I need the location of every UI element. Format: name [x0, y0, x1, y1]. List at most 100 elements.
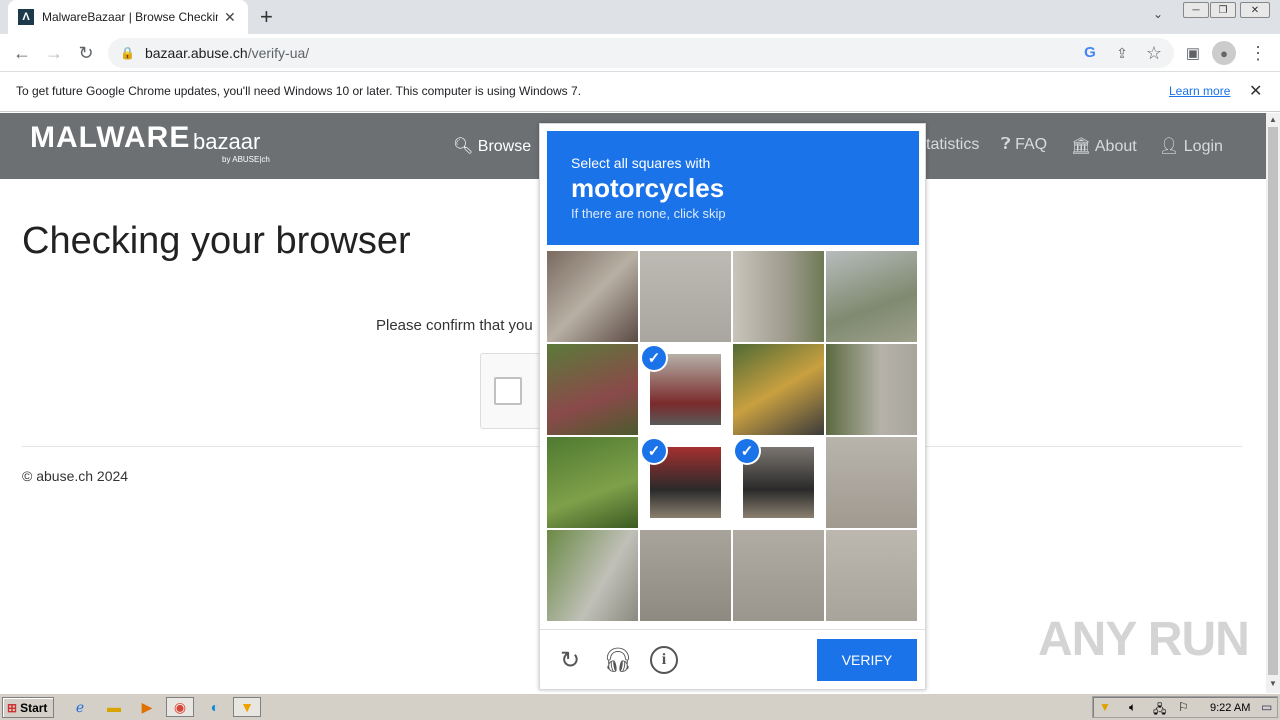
headphones-icon[interactable]: 🎧︎ — [602, 644, 634, 676]
checkmark-icon: ✓ — [735, 439, 759, 463]
google-lens-icon[interactable]: G — [1077, 39, 1103, 65]
address-bar[interactable]: 🔒 bazaar.abuse.ch/verify-ua/ — [108, 38, 1174, 68]
user-icon: 👤︎ — [1159, 138, 1180, 155]
verify-button[interactable]: VERIFY — [817, 639, 917, 681]
tab-search-chevron-icon[interactable]: ⌄ — [1153, 7, 1163, 21]
url-host: bazaar.abuse.ch — [144, 45, 248, 61]
captcha-tile[interactable]: ✓ — [640, 344, 731, 435]
scrollbar-thumb[interactable] — [1268, 127, 1278, 675]
windows-taskbar: ⊞ Start ℯ ▬ ▶ ◉ ◐ ▼ ▼ 🔈︎ 🖧 ⚐ 9:22 AM ▭ — [0, 693, 1280, 720]
captcha-tile[interactable] — [640, 251, 731, 342]
captcha-image-grid: ✓ ✓ ✓ — [547, 251, 919, 623]
infobar-close-icon[interactable]: ✕ — [1249, 81, 1262, 101]
nav-statistics-label: tatistics — [926, 136, 980, 153]
nav-login-label: Login — [1183, 138, 1223, 155]
captcha-prompt: Select all squares with motorcycles If t… — [547, 131, 919, 245]
volume-icon[interactable]: 🔈︎ — [1129, 700, 1136, 715]
profile-avatar-icon[interactable]: ● — [1212, 41, 1236, 65]
reload-icon[interactable]: ↻ — [73, 40, 99, 66]
captcha-tile[interactable] — [547, 530, 638, 621]
show-desktop-icon[interactable]: ▭ — [1261, 700, 1272, 714]
tab-strip: Λ MalwareBazaar | Browse Checking y ✕ + … — [0, 0, 1280, 34]
minimize-button[interactable]: ─ — [1183, 2, 1209, 18]
captcha-tile[interactable] — [826, 437, 917, 528]
restore-button[interactable]: ❐ — [1210, 2, 1236, 18]
bookmark-star-icon[interactable]: ☆ — [1141, 40, 1167, 66]
edge-icon[interactable]: ◐ — [204, 697, 226, 717]
nav-browse[interactable]: 🔍︎ Browse — [453, 136, 531, 156]
captcha-tile[interactable] — [547, 344, 638, 435]
nav-statistics[interactable]: tatistics — [926, 136, 979, 154]
search-icon: 🔍︎ — [453, 138, 474, 155]
refresh-icon[interactable]: ↻ — [554, 644, 586, 676]
close-tab-icon[interactable]: ✕ — [224, 9, 236, 26]
scroll-down-arrow-icon[interactable]: ▼ — [1269, 679, 1277, 688]
tray-anyrun-icon[interactable]: ▼ — [1099, 700, 1111, 714]
logo-bazaar[interactable]: bazaar — [193, 129, 260, 155]
captcha-tile[interactable] — [547, 251, 638, 342]
network-icon[interactable]: 🖧 — [1153, 700, 1166, 720]
captcha-tile[interactable] — [733, 251, 824, 342]
update-infobar: To get future Google Chrome updates, you… — [0, 72, 1280, 112]
captcha-challenge: Select all squares with motorcycles If t… — [539, 123, 926, 690]
url-path: /verify-ua/ — [247, 45, 310, 61]
chrome-taskbar-icon[interactable]: ◉ — [166, 697, 194, 717]
page-title: Checking your browser — [22, 220, 411, 262]
site-favicon-icon: Λ — [18, 9, 34, 25]
checkmark-icon: ✓ — [642, 439, 666, 463]
captcha-target: motorcycles — [571, 173, 725, 203]
captcha-footer: ↻ 🎧︎ i VERIFY — [540, 629, 925, 689]
start-label: Start — [20, 700, 48, 715]
captcha-skip-hint: If there are none, click skip — [571, 206, 726, 221]
building-icon: 🏛︎ — [1071, 138, 1092, 155]
checkmark-icon: ✓ — [642, 346, 666, 370]
ie-icon[interactable]: ℯ — [69, 697, 91, 717]
hcaptcha-checkbox[interactable] — [494, 377, 522, 405]
learn-more-link[interactable]: Learn more — [1169, 84, 1230, 98]
media-player-icon[interactable]: ▶ — [136, 697, 158, 717]
nav-faq-label: FAQ — [1015, 136, 1048, 153]
close-window-button[interactable]: ✕ — [1240, 2, 1270, 18]
new-tab-button[interactable]: + — [260, 4, 273, 30]
nav-about[interactable]: 🏛︎ About — [1071, 136, 1137, 156]
captcha-tile[interactable]: ✓ — [640, 437, 731, 528]
nav-browse-label: Browse — [477, 138, 532, 155]
back-arrow-icon[interactable]: ← — [9, 40, 35, 66]
nav-about-label: About — [1094, 138, 1137, 155]
lock-icon[interactable]: 🔒 — [120, 46, 135, 60]
browser-toolbar: ← → ↻ 🔒 bazaar.abuse.ch/verify-ua/ G ⇪ ☆… — [0, 34, 1280, 72]
anyrun-taskbar-icon[interactable]: ▼ — [233, 697, 261, 717]
action-center-flag-icon[interactable]: ⚐ — [1178, 700, 1189, 714]
start-button[interactable]: ⊞ Start — [2, 697, 54, 718]
info-icon[interactable]: i — [650, 646, 678, 674]
share-icon[interactable]: ⇪ — [1109, 40, 1135, 66]
page-scrollbar[interactable]: ▲ ▼ — [1266, 113, 1280, 693]
captcha-tile[interactable] — [826, 530, 917, 621]
captcha-tile[interactable] — [733, 530, 824, 621]
logo-malware[interactable]: MALWARE — [30, 121, 190, 155]
forward-arrow-icon[interactable]: → — [41, 40, 67, 66]
windows-logo-icon: ⊞ — [7, 700, 18, 715]
confirm-human-text: Please confirm that you — [376, 317, 533, 334]
nav-login[interactable]: 👤︎ Login — [1159, 136, 1223, 156]
captcha-tile[interactable] — [640, 530, 731, 621]
nav-faq[interactable]: ❓︎ FAQ — [1001, 136, 1047, 154]
captcha-tile[interactable] — [826, 251, 917, 342]
footer-copyright: © abuse.ch 2024 — [22, 468, 129, 484]
captcha-instruction: Select all squares with — [571, 155, 711, 171]
side-panel-icon[interactable]: ▣ — [1180, 40, 1206, 66]
captcha-tile[interactable] — [547, 437, 638, 528]
captcha-tile[interactable] — [733, 344, 824, 435]
logo-by-abuse: by ABUSE|ch — [222, 155, 270, 164]
captcha-tile[interactable] — [826, 344, 917, 435]
browser-tab[interactable]: Λ MalwareBazaar | Browse Checking y ✕ — [8, 0, 248, 34]
question-circle-icon: ❓︎ — [1001, 136, 1011, 153]
captcha-tile[interactable]: ✓ — [733, 437, 824, 528]
system-tray: ▼ 🔈︎ 🖧 ⚐ 9:22 AM ▭ — [1092, 696, 1278, 718]
anyrun-watermark: ANY RUN — [1038, 613, 1250, 666]
taskbar-clock: 9:22 AM — [1210, 702, 1251, 714]
menu-kebab-icon[interactable]: ⋮ — [1245, 40, 1271, 66]
tab-title: MalwareBazaar | Browse Checking y — [42, 10, 218, 24]
explorer-folder-icon[interactable]: ▬ — [103, 697, 125, 717]
scroll-up-arrow-icon[interactable]: ▲ — [1269, 115, 1277, 124]
